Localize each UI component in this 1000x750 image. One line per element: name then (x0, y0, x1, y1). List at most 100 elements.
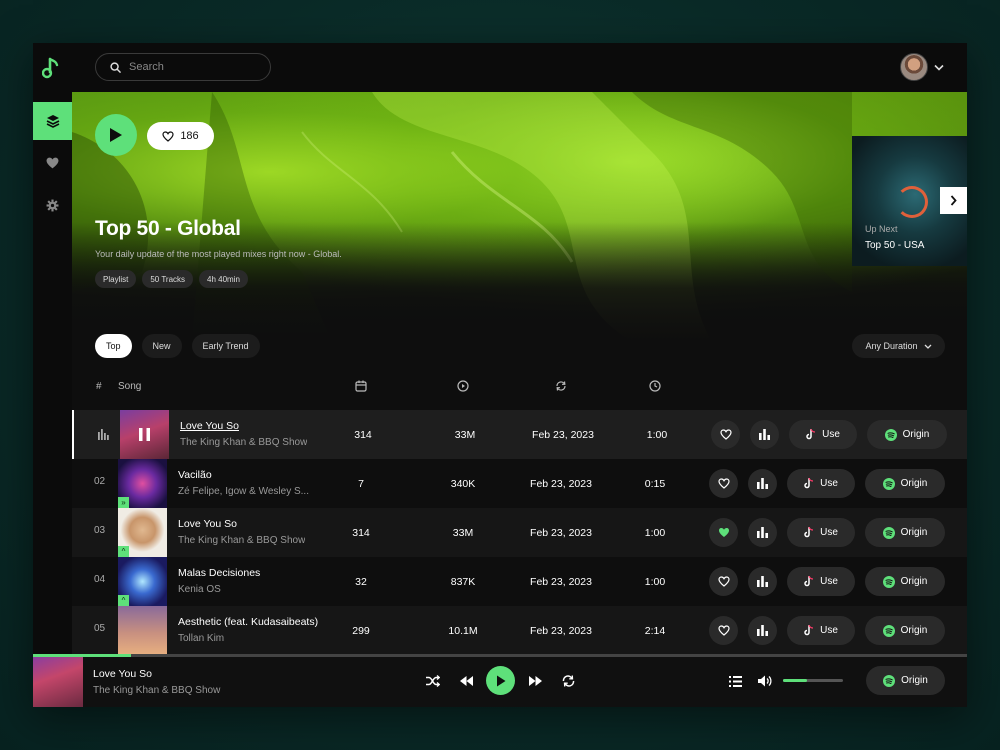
use-label: Use (820, 478, 838, 489)
nav-favorites-button[interactable] (33, 144, 72, 182)
origin-label: Origin (900, 576, 928, 587)
origin-button[interactable]: Origin (865, 518, 945, 547)
track-cover[interactable] (118, 606, 167, 654)
tab-top[interactable]: Top (95, 334, 132, 358)
track-title[interactable]: Vacilão (178, 469, 212, 481)
playlist-play-button[interactable] (95, 114, 137, 156)
stats-button[interactable] (748, 616, 777, 645)
like-button[interactable] (711, 420, 740, 449)
track-artist[interactable]: The King Khan & BBQ Show (178, 535, 305, 546)
chevron-down-icon[interactable] (934, 64, 944, 71)
use-sound-button[interactable]: Use (787, 469, 855, 498)
volume-slider-fill (783, 679, 807, 682)
page-title: Top 50 - Global (95, 217, 241, 240)
track-cover[interactable] (120, 410, 169, 459)
table-row[interactable]: 03 ^ Love You So The King Khan & BBQ Sho… (72, 508, 967, 557)
repeat-button[interactable] (558, 671, 578, 691)
table-row[interactable]: Love You So The King Khan & BBQ Show 314… (72, 410, 967, 459)
search-box[interactable] (95, 53, 271, 81)
now-playing-cover[interactable] (33, 657, 83, 707)
track-title[interactable]: Love You So (180, 420, 239, 432)
use-label: Use (822, 429, 840, 440)
use-sound-button[interactable]: Use (787, 616, 855, 645)
origin-button[interactable]: Origin (865, 469, 945, 498)
tab-early-trend[interactable]: Early Trend (191, 334, 260, 358)
use-sound-button[interactable]: Use (789, 420, 857, 449)
track-cover[interactable]: » (118, 459, 167, 508)
stats-button[interactable] (748, 469, 777, 498)
play-icon (110, 128, 122, 142)
up-next-cover-art (896, 186, 928, 218)
track-title[interactable]: Malas Decisiones (178, 567, 260, 579)
trend-up-icon: ^ (118, 546, 129, 557)
next-playlist-button[interactable] (940, 187, 967, 214)
like-button[interactable] (709, 616, 738, 645)
duration-dropdown[interactable]: Any Duration (852, 334, 945, 358)
search-input[interactable] (129, 61, 259, 73)
tiktok-icon (804, 576, 814, 587)
playlist-like-button[interactable]: 186 (147, 122, 214, 150)
bar-chart-icon (757, 527, 768, 538)
use-label: Use (820, 527, 838, 538)
next-button[interactable] (525, 671, 545, 691)
origin-button[interactable]: Origin (865, 567, 945, 596)
track-artist[interactable]: The King Khan & BBQ Show (180, 437, 307, 448)
table-row[interactable]: 05 Aesthetic (feat. Kudasaibeats) Tollan… (72, 606, 967, 654)
like-button[interactable] (709, 567, 738, 596)
column-song[interactable]: Song (118, 381, 141, 392)
table-row[interactable]: 04 ^ Malas Decisiones Kenia OS 32 837K F… (72, 557, 967, 606)
use-sound-button[interactable]: Use (787, 567, 855, 596)
track-date: Feb 23, 2023 (530, 576, 592, 588)
like-button[interactable] (709, 469, 738, 498)
track-artist[interactable]: Tollan Kim (178, 633, 224, 644)
column-number: # (96, 381, 102, 392)
track-number: 04 (94, 574, 106, 585)
volume-slider[interactable] (783, 679, 843, 682)
like-button[interactable] (709, 518, 738, 547)
clock-icon[interactable] (649, 380, 661, 392)
nav-layers-button[interactable] (33, 102, 72, 140)
stats-button[interactable] (750, 420, 779, 449)
player-play-button[interactable] (486, 666, 515, 695)
previous-button[interactable] (456, 671, 476, 691)
spotify-icon (882, 624, 895, 637)
track-duration: 0:15 (644, 478, 666, 490)
user-menu[interactable] (900, 53, 944, 81)
track-artist[interactable]: Kenia OS (178, 584, 221, 595)
player-origin-button[interactable]: Origin (866, 666, 945, 695)
like-count: 186 (180, 130, 199, 142)
tag-playlist: Playlist (95, 270, 137, 288)
track-artist[interactable]: Zé Felipe, Igow & Wesley S... (178, 486, 309, 497)
shuffle-button[interactable] (423, 671, 443, 691)
track-number: 03 (94, 525, 106, 536)
avatar[interactable] (900, 53, 928, 81)
pause-icon[interactable] (139, 428, 150, 441)
play-count-icon[interactable] (457, 380, 469, 392)
spotify-icon (882, 526, 895, 539)
track-cover[interactable]: ^ (118, 508, 167, 557)
volume-button[interactable] (755, 671, 775, 691)
gear-icon (46, 199, 59, 211)
stats-button[interactable] (748, 567, 777, 596)
origin-button[interactable]: Origin (865, 616, 945, 645)
track-title[interactable]: Aesthetic (feat. Kudasaibeats) (178, 616, 318, 628)
tiktok-icon (804, 527, 814, 538)
playback-progress-bar[interactable] (33, 654, 967, 657)
track-list: Love You So The King Khan & BBQ Show 314… (72, 410, 967, 654)
track-plays: 33M (452, 527, 474, 539)
repeat-icon[interactable] (555, 380, 567, 392)
origin-button[interactable]: Origin (867, 420, 947, 449)
nav-settings-button[interactable] (33, 186, 72, 224)
stats-button[interactable] (748, 518, 777, 547)
track-value: 299 (352, 625, 370, 637)
now-playing-title[interactable]: Love You So (93, 668, 152, 680)
queue-button[interactable] (725, 671, 745, 691)
track-title[interactable]: Love You So (178, 518, 237, 530)
now-playing-artist[interactable]: The King Khan & BBQ Show (93, 685, 220, 696)
tab-new[interactable]: New (141, 334, 182, 358)
calendar-icon[interactable] (355, 380, 367, 392)
use-sound-button[interactable]: Use (787, 518, 855, 547)
track-cover[interactable]: ^ (118, 557, 167, 606)
music-note-icon[interactable] (42, 57, 62, 79)
table-row[interactable]: 02 » Vacilão Zé Felipe, Igow & Wesley S.… (72, 459, 967, 508)
